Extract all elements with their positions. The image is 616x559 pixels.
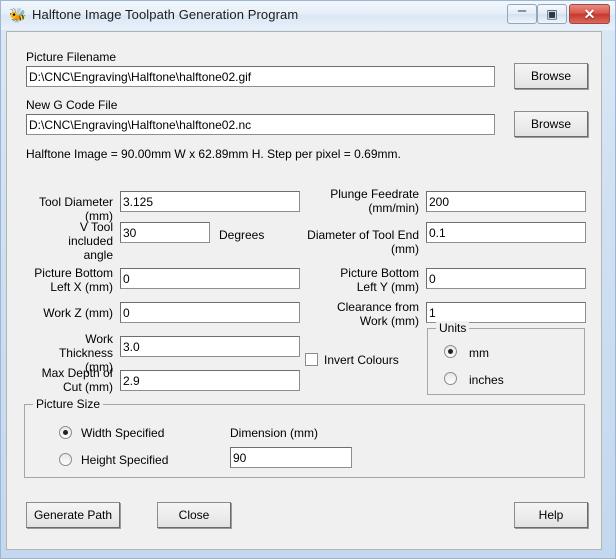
units-group-title: Units	[436, 321, 470, 335]
gcode-browse-button[interactable]: Browse	[514, 111, 588, 137]
picture-filename-input[interactable]	[26, 66, 495, 87]
minimize-icon: –	[517, 2, 527, 19]
dimension-label: Dimension (mm)	[230, 426, 319, 440]
help-button[interactable]: Help	[514, 502, 588, 528]
units-radio-mm[interactable]	[444, 345, 457, 358]
picture-browse-button[interactable]: Browse	[514, 63, 588, 89]
invert-colours-checkbox[interactable]	[305, 353, 318, 366]
clearance-from-work-label: Clearance from Work (mm)	[336, 300, 419, 328]
gcode-filename-input[interactable]	[26, 114, 495, 135]
close-button[interactable]: ✕	[569, 4, 610, 24]
picture-size-radio-height-label: Height Specified	[81, 453, 169, 467]
work-z-input[interactable]	[120, 302, 300, 323]
picture-size-radio-width[interactable]	[59, 426, 72, 439]
bug-icon: 🐝	[9, 7, 27, 23]
window-title: Halftone Image Toolpath Generation Progr…	[32, 7, 299, 22]
client-area: Picture Filename Browse New G Code File …	[6, 31, 602, 550]
maximize-icon: ▣	[546, 7, 558, 21]
units-radio-mm-label: mm	[469, 346, 489, 360]
units-radio-inches-label: inches	[469, 373, 504, 387]
units-group: Units mm inches	[427, 321, 585, 395]
tool-end-diameter-label: Diameter of Tool End (mm)	[307, 228, 419, 256]
close-icon: ✕	[583, 6, 596, 22]
picture-size-group: Picture Size Width Specified Height Spec…	[24, 397, 585, 478]
tool-diameter-input[interactable]	[120, 191, 300, 212]
gcode-filename-label: New G Code File	[26, 98, 118, 112]
plunge-feedrate-input[interactable]	[426, 191, 586, 212]
title-bar[interactable]: 🐝 Halftone Image Toolpath Generation Pro…	[1, 1, 615, 30]
generate-path-button[interactable]: Generate Path	[26, 502, 120, 528]
maximize-button[interactable]: ▣	[537, 4, 567, 24]
clearance-from-work-input[interactable]	[426, 302, 586, 323]
invert-colours-label: Invert Colours	[324, 353, 399, 367]
max-depth-of-cut-label: Max Depth of Cut (mm)	[41, 366, 113, 394]
v-tool-angle-label: V Tool included angle	[68, 220, 113, 262]
v-tool-angle-input[interactable]	[120, 222, 210, 243]
picture-bottom-left-x-input[interactable]	[120, 268, 300, 289]
application-window: 🐝 Halftone Image Toolpath Generation Pro…	[0, 0, 616, 559]
units-radio-inches[interactable]	[444, 372, 457, 385]
picture-filename-label: Picture Filename	[26, 50, 117, 64]
picture-bottom-left-x-label: Picture Bottom Left X (mm)	[34, 266, 113, 294]
close-action-button[interactable]: Close	[157, 502, 231, 528]
picture-bottom-left-y-input[interactable]	[426, 268, 586, 289]
picture-size-group-title: Picture Size	[33, 397, 104, 411]
dimension-input[interactable]	[230, 447, 352, 468]
halftone-info-text: Halftone Image = 90.00mm W x 62.89mm H. …	[26, 147, 401, 161]
plunge-feedrate-label: Plunge Feedrate (mm/min)	[330, 187, 419, 215]
work-thickness-input[interactable]	[120, 336, 300, 357]
picture-bottom-left-y-label: Picture Bottom Left Y (mm)	[340, 266, 419, 294]
degrees-label: Degrees	[219, 228, 265, 242]
tool-end-diameter-input[interactable]	[426, 222, 586, 243]
max-depth-of-cut-input[interactable]	[120, 370, 300, 391]
work-z-label: Work Z (mm)	[43, 306, 113, 320]
picture-size-radio-width-label: Width Specified	[81, 426, 165, 440]
minimize-button[interactable]: –	[507, 2, 537, 24]
picture-size-radio-height[interactable]	[59, 453, 72, 466]
tool-diameter-label: Tool Diameter (mm)	[38, 195, 113, 223]
